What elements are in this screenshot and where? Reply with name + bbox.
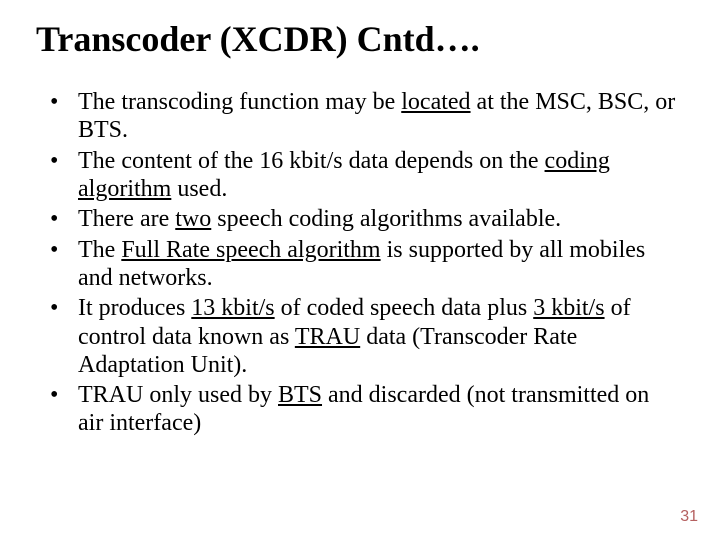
list-item: There are two speech coding algorithms a… xyxy=(50,205,680,233)
text-segment: two xyxy=(175,206,211,232)
text-segment: speech coding algorithms available. xyxy=(211,206,561,232)
text-segment: 3 kbit/s xyxy=(533,295,604,321)
bullet-list: The transcoding function may be located … xyxy=(36,88,684,438)
list-item: TRAU only used by BTS and discarded (not… xyxy=(50,381,680,438)
text-segment: The transcoding function may be xyxy=(78,89,401,115)
page-number: 31 xyxy=(680,508,698,526)
text-segment: It produces xyxy=(78,295,191,321)
text-segment: used. xyxy=(171,176,227,202)
slide: Transcoder (XCDR) Cntd…. The transcoding… xyxy=(0,0,720,540)
text-segment: TRAU xyxy=(295,324,360,350)
text-segment: Full Rate speech algorithm xyxy=(121,237,380,263)
text-segment: 13 kbit/s xyxy=(191,295,274,321)
text-segment: of coded speech data plus xyxy=(275,295,534,321)
page-title: Transcoder (XCDR) Cntd…. xyxy=(36,18,684,60)
list-item: The content of the 16 kbit/s data depend… xyxy=(50,147,680,204)
text-segment: BTS xyxy=(278,382,322,408)
text-segment: TRAU only used by xyxy=(78,382,278,408)
list-item: The transcoding function may be located … xyxy=(50,88,680,145)
list-item: The Full Rate speech algorithm is suppor… xyxy=(50,236,680,293)
text-segment: located xyxy=(401,89,470,115)
list-item: It produces 13 kbit/s of coded speech da… xyxy=(50,294,680,379)
text-segment: The content of the 16 kbit/s data depend… xyxy=(78,148,545,174)
text-segment: There are xyxy=(78,206,175,232)
text-segment: The xyxy=(78,237,121,263)
